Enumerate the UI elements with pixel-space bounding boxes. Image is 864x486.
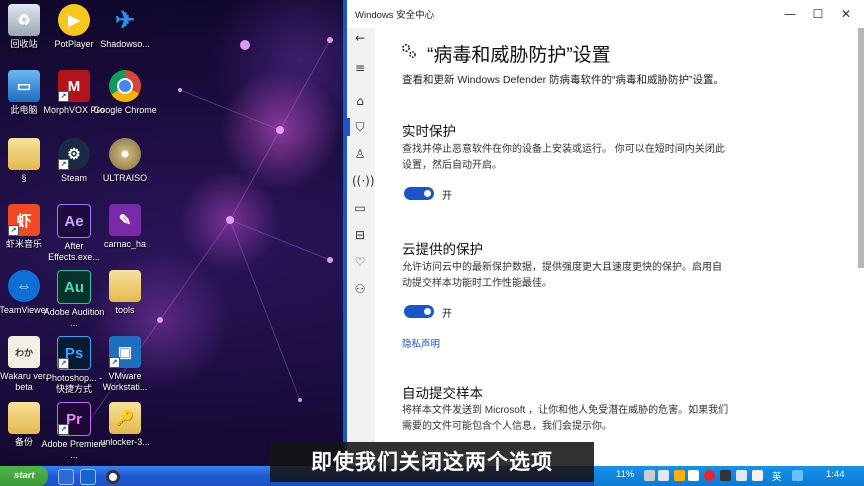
ultraiso-icon (109, 138, 141, 170)
device-security-icon[interactable]: ⊟ (352, 227, 368, 243)
folder-icon (109, 270, 141, 302)
audition-icon: Au (57, 270, 91, 304)
minimize-button[interactable]: — (777, 4, 803, 24)
wakaru-icon: わか (8, 336, 40, 368)
vmware-icon: ▣ ↗ (109, 336, 141, 368)
unlocker-icon: 🔑 (109, 402, 141, 434)
cpu-usage-text: 11% (616, 469, 635, 480)
home-icon[interactable]: ⌂ (352, 93, 368, 109)
cloud-protection-heading: 云提供的保护 (402, 242, 483, 257)
family-options-icon[interactable]: ⚇ (352, 281, 368, 297)
gear-icon (401, 43, 416, 58)
carnac-icon: ✎ (109, 204, 141, 236)
desktop-icon-carnac[interactable]: ✎ carnac_ha (92, 204, 158, 250)
teamviewer-icon: ⇔ (8, 270, 40, 302)
after-effects-icon: Ae (57, 204, 91, 238)
device-health-icon[interactable]: ♡ (352, 254, 368, 270)
page-title: “病毒和威胁防护”设置 (427, 45, 611, 66)
security-window: Windows 安全中心 — ☐ ✕ ← ≡ ⌂ ⛉ ♙ ((·)) ▭ ⊟ ♡… (343, 0, 864, 466)
desktop-icon-tools[interactable]: tools (92, 270, 158, 316)
quicklaunch-desktop-icon[interactable] (58, 469, 74, 485)
potplayer-icon: ▶ (58, 4, 90, 36)
account-icon[interactable]: ♙ (352, 146, 368, 162)
tray-volume-icon[interactable] (752, 470, 763, 481)
app-browser-icon[interactable]: ▭ (352, 200, 368, 216)
sample-submission-heading: 自动提交样本 (402, 386, 483, 401)
scrollbar-thumb[interactable] (858, 28, 864, 268)
cloud-protection-toggle[interactable] (404, 305, 434, 318)
premiere-icon: Pr ↗ (57, 402, 91, 436)
tray-record-icon[interactable] (704, 470, 715, 481)
cloud-protection-toggle-label: 开 (442, 309, 452, 320)
realtime-protection-desc: 查找并停止恶意软件在你的设备上安装或运行。 你可以在短时间内关闭此 设置，然后自… (402, 144, 725, 171)
back-arrow-icon[interactable]: ← (352, 30, 368, 46)
close-button[interactable]: ✕ (833, 4, 859, 24)
shadowsocks-icon: ✈ (114, 6, 136, 34)
chrome-icon (109, 70, 141, 102)
firewall-network-icon[interactable]: ((·)) (352, 173, 375, 189)
tray-cloud-icon[interactable] (792, 470, 803, 481)
xiami-icon: 虾 ↗ (8, 204, 40, 236)
realtime-protection-toggle-label: 开 (442, 191, 452, 202)
maximize-button[interactable]: ☐ (805, 4, 831, 24)
realtime-protection-heading: 实时保护 (402, 124, 456, 139)
nav-selection-indicator (347, 118, 350, 136)
cloud-protection-desc: 允许访问云中的最新保护数据，提供强度更大且速度更快的保护。启用自 动提交样本功能… (402, 262, 722, 289)
desktop-icon-vmware[interactable]: ▣ ↗ VMware Workstati... (92, 336, 158, 393)
window-title: Windows 安全中心 (355, 10, 435, 21)
settings-content: “病毒和威胁防护”设置 查看和更新 Windows Defender 防病毒软件… (401, 28, 844, 466)
start-button[interactable]: start (0, 466, 48, 486)
desktop-icon-unlocker[interactable]: 🔑 unlocker-3... (92, 402, 158, 448)
shield-icon[interactable]: ⛉ (352, 119, 368, 135)
ime-indicator[interactable]: 英 (772, 469, 782, 483)
system-tray: 11% 英 1:44 (593, 466, 864, 486)
desktop-icon-shadowsocks[interactable]: ✈ Shadowso... (92, 4, 158, 50)
computer-icon: ▭ (8, 70, 40, 102)
tray-security-icon[interactable] (688, 470, 699, 481)
sample-submission-desc: 将样本文件发送到 Microsoft ，让你和他人免受潜在威胁的危害。如果我们 … (402, 405, 729, 432)
hamburger-menu-icon[interactable]: ≡ (352, 60, 368, 76)
tray-gear-icon[interactable] (644, 470, 655, 481)
quicklaunch-obs-icon[interactable] (106, 470, 120, 484)
desktop-icon-chrome[interactable]: Google Chrome (92, 70, 158, 116)
tray-network-icon[interactable] (736, 470, 747, 481)
quicklaunch-shield-icon[interactable] (80, 469, 96, 485)
video-caption: 即使我们关闭这两个选项 (270, 442, 594, 482)
photoshop-icon: Ps ↗ (57, 336, 91, 370)
folder-icon (8, 138, 40, 170)
page-subtitle: 查看和更新 Windows Defender 防病毒软件的“病毒和威胁防护”设置… (402, 74, 725, 86)
tray-alert-icon[interactable] (674, 470, 685, 481)
privacy-statement-link[interactable]: 隐私声明 (402, 336, 440, 350)
nav-rail: ← ≡ ⌂ ⛉ ♙ ((·)) ▭ ⊟ ♡ ⚇ (347, 28, 375, 466)
tray-folder-icon[interactable] (658, 470, 669, 481)
realtime-protection-toggle[interactable] (404, 187, 434, 200)
tray-app-icon[interactable] (720, 470, 731, 481)
taskbar-clock[interactable]: 1:44 (826, 469, 845, 480)
recycle-bin-icon: ♻ (8, 4, 40, 36)
folder-icon (8, 402, 40, 434)
steam-icon: ⚙ ↗ (58, 138, 90, 170)
desktop-icon-ultraiso[interactable]: ULTRAISO (92, 138, 158, 184)
morphvox-icon: M ↗ (58, 70, 90, 102)
